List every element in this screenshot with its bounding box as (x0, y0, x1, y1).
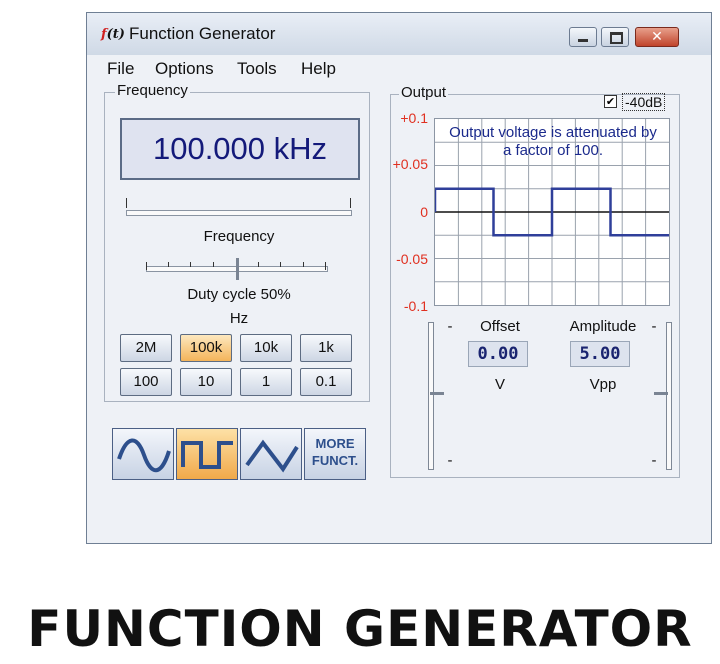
amplitude-label: Amplitude (569, 318, 637, 335)
range-button-100[interactable]: 100 (120, 368, 172, 396)
duty-tick (280, 262, 281, 267)
square-wave-button[interactable] (176, 428, 238, 480)
close-button[interactable]: ✕ (635, 27, 679, 47)
menu-file[interactable]: File (107, 59, 134, 79)
app-icon: f(t) (101, 27, 125, 42)
offset-label: Offset (480, 318, 520, 335)
duty-cycle-slider-thumb[interactable] (236, 258, 239, 280)
y-tick-label: +0.05 (392, 156, 428, 172)
attenuation-checkbox[interactable]: ✔ (604, 95, 617, 108)
caption-heading: FUNCTION GENERATOR (27, 600, 693, 658)
duty-tick (213, 262, 214, 267)
range-button-2m[interactable]: 2M (120, 334, 172, 362)
amplitude-value[interactable]: 5.00 (570, 341, 630, 367)
menu-options[interactable]: Options (155, 59, 214, 79)
y-tick-label: 0 (420, 204, 428, 220)
amplitude-unit: Vpp (589, 376, 617, 393)
duty-tick (168, 262, 169, 267)
offset-slider[interactable] (428, 322, 434, 470)
frequency-slider-tick (350, 198, 351, 208)
menu-bar: File Options Tools Help (87, 55, 711, 79)
range-button-0-1[interactable]: 0.1 (300, 368, 352, 396)
duty-tick (146, 262, 147, 270)
y-tick-label: +0.1 (400, 110, 428, 126)
range-button-1k[interactable]: 1k (300, 334, 352, 362)
duty-tick (303, 262, 304, 267)
sine-wave-button[interactable] (112, 428, 174, 480)
duty-cycle-label: Duty cycle 50% (187, 286, 291, 303)
menu-help[interactable]: Help (301, 59, 336, 79)
range-button-1[interactable]: 1 (240, 368, 292, 396)
minimize-button[interactable] (569, 27, 597, 47)
hz-label: Hz (229, 310, 249, 327)
title-bar[interactable]: f(t) Function Generator ✕ (87, 13, 711, 56)
funct-label: FUNCT. (311, 453, 359, 468)
amplitude-slider[interactable] (666, 322, 672, 470)
range-button-10k[interactable]: 10k (240, 334, 292, 362)
frequency-slider-track[interactable] (126, 210, 352, 216)
offset-slider-minus-bottom: - (447, 452, 453, 469)
frequency-display: 100.000 kHz (120, 118, 360, 180)
y-tick-label: -0.05 (396, 251, 428, 267)
duty-tick (325, 262, 326, 270)
triangle-wave-icon (245, 439, 299, 473)
amplitude-slider-thumb[interactable] (654, 392, 668, 395)
amplitude-slider-minus-bottom: - (651, 452, 657, 469)
amplitude-slider-minus-top: - (651, 318, 657, 335)
more-functions-button[interactable]: MORE FUNCT. (304, 428, 366, 480)
y-tick-label: -0.1 (403, 298, 428, 314)
more-label: MORE (315, 436, 355, 451)
window-title: Function Generator (129, 24, 276, 43)
menu-tools[interactable]: Tools (237, 59, 277, 79)
offset-unit: V (494, 376, 505, 393)
maximize-button[interactable] (601, 27, 629, 47)
frequency-slider-tick (126, 198, 127, 208)
offset-slider-minus-top: - (447, 318, 453, 335)
triangle-wave-button[interactable] (240, 428, 302, 480)
attenuation-note: Output voltage is attenuated by a factor… (449, 124, 657, 159)
more-functions-label: MORE FUNCT. (305, 435, 365, 469)
offset-value[interactable]: 0.00 (468, 341, 528, 367)
duty-tick (190, 262, 191, 267)
frequency-group-label: Frequency (115, 82, 190, 99)
attenuation-label[interactable]: -40dB (622, 93, 666, 111)
square-wave-icon (181, 441, 233, 469)
close-icon: ✕ (651, 29, 663, 45)
duty-tick (258, 262, 259, 267)
range-button-100k[interactable]: 100k (180, 334, 232, 362)
frequency-slider-label: Frequency (203, 228, 275, 245)
sine-wave-icon (117, 438, 171, 473)
range-button-10[interactable]: 10 (180, 368, 232, 396)
output-group-label: Output (399, 84, 449, 101)
offset-slider-thumb[interactable] (430, 392, 444, 395)
